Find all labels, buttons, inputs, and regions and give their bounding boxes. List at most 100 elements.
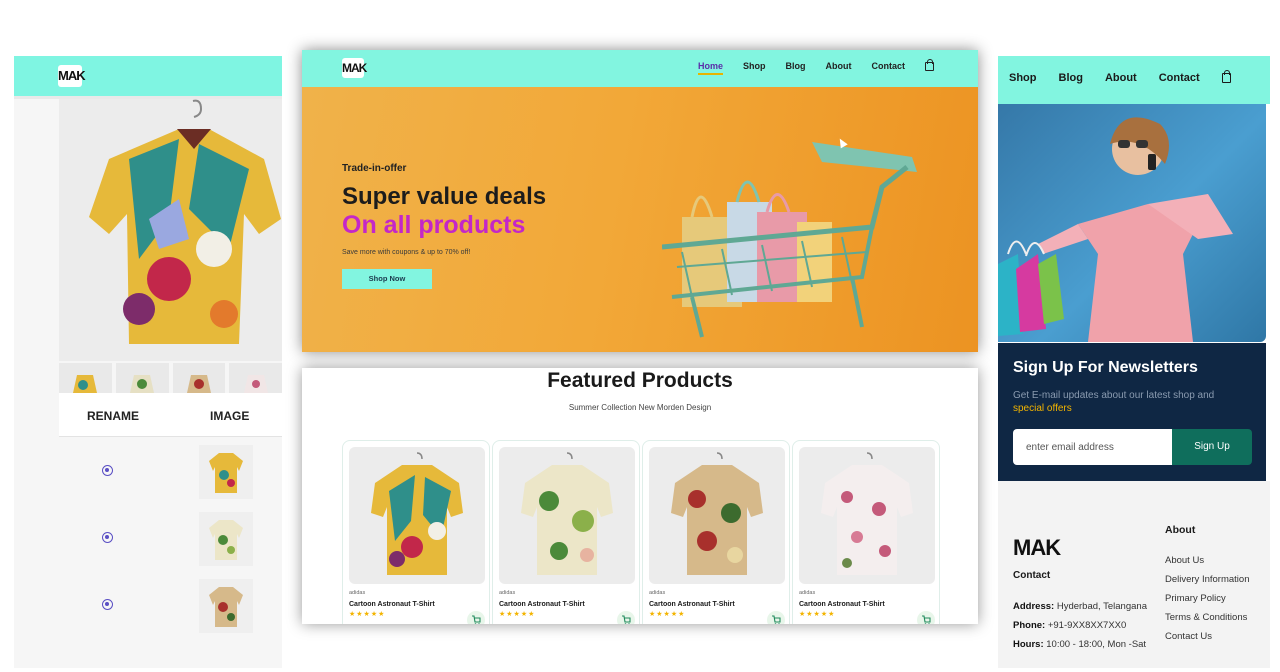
footer-link-privacy[interactable]: Primary Policy	[1165, 589, 1249, 608]
promo-banner-image	[998, 104, 1266, 342]
product-brand: adidas	[349, 590, 366, 596]
address-line: Address: Hyderbad, Telangana	[1013, 597, 1147, 616]
admin-header: MAK	[14, 56, 282, 99]
remove-circle-icon[interactable]	[102, 465, 113, 476]
nav-home[interactable]: Home	[697, 61, 723, 75]
about-heading: About	[1165, 524, 1196, 536]
nav-contact[interactable]: Contact	[872, 61, 906, 75]
section-title: Featured Products	[547, 369, 733, 392]
about-links: About Us Delivery Information Primary Po…	[1165, 551, 1249, 646]
nav-blog[interactable]: Blog	[786, 61, 806, 75]
hero-window: MAK Home Shop Blog About Contact Trade-i…	[302, 50, 978, 352]
brand-logo[interactable]: MAK	[342, 58, 367, 78]
remove-circle-icon[interactable]	[102, 532, 113, 543]
footer-link-delivery[interactable]: Delivery Information	[1165, 570, 1249, 589]
shopping-bag-icon[interactable]	[925, 59, 934, 71]
hours-value: 10:00 - 18:00, Mon -Sat	[1046, 639, 1147, 650]
hero-description: Save more with coupons & up to 70% off!	[342, 249, 471, 256]
sign-up-button[interactable]: Sign Up	[1172, 429, 1252, 465]
address-value: Hyderbad, Telangana	[1056, 601, 1147, 612]
section-subtitle: Summer Collection New Morden Design	[568, 403, 712, 412]
brand-logo[interactable]: MAK	[58, 65, 86, 87]
shirt-image	[199, 512, 253, 566]
product-brand: adidas	[649, 590, 666, 596]
email-input[interactable]: enter email address	[1013, 429, 1172, 465]
nav-links: Home Shop Blog About Contact	[697, 59, 934, 75]
product-card[interactable]: adidas Cartoon Astronaut T-Shirt ★★★★★	[342, 440, 490, 624]
thumbnail[interactable]	[115, 363, 169, 393]
remove-circle-icon[interactable]	[102, 599, 113, 610]
nav-links: Shop Blog About Contact	[1009, 70, 1231, 84]
rating-stars: ★★★★★	[499, 611, 536, 618]
shirt-image	[199, 579, 253, 633]
shirt-image	[649, 447, 785, 584]
phone-line: Phone: +91-9XX8XX7XX0	[1013, 616, 1147, 635]
product-name: Cartoon Astronaut T-Shirt	[649, 601, 735, 608]
table-row	[59, 437, 282, 504]
shopping-cart-image	[661, 127, 932, 352]
hero-banner: Trade-in-offer Super value deals On all …	[302, 87, 978, 352]
newsletter-title: Sign Up For Newsletters	[1013, 359, 1198, 376]
thumbnail-strip	[59, 363, 282, 393]
cart-icon[interactable]	[467, 611, 485, 624]
product-card[interactable]: adidas Cartoon Astronaut T-Shirt ★★★★★	[642, 440, 790, 624]
cart-icon[interactable]	[767, 611, 785, 624]
right-panel: Shop Blog About Contact Sign Up For News…	[998, 56, 1270, 668]
product-card[interactable]: adidas Cartoon Astronaut T-Shirt ★★★★★	[492, 440, 640, 624]
nav-contact[interactable]: Contact	[1159, 72, 1200, 84]
shop-now-button[interactable]: Shop Now	[342, 269, 432, 289]
product-name: Cartoon Astronaut T-Shirt	[799, 601, 885, 608]
footer: MAK Contact Address: Hyderbad, Telangana…	[998, 481, 1270, 668]
product-brand: adidas	[499, 590, 516, 596]
column-header-image: IMAGE	[210, 409, 250, 423]
footer-link-terms[interactable]: Terms & Conditions	[1165, 608, 1249, 627]
table-row	[59, 571, 282, 638]
hero-tagline: Trade-in-offer	[342, 163, 407, 174]
nav-shop[interactable]: Shop	[743, 61, 766, 75]
footer-logo[interactable]: MAK	[1013, 535, 1061, 561]
shirt-image	[499, 447, 635, 584]
newsletter-desc-text: Get E-mail updates about our latest shop…	[1013, 390, 1215, 401]
product-brand: adidas	[799, 590, 816, 596]
contact-heading: Contact	[1013, 570, 1051, 581]
nav-blog[interactable]: Blog	[1059, 72, 1083, 84]
shirt-image	[199, 445, 253, 499]
footer-link-about-us[interactable]: About Us	[1165, 551, 1249, 570]
thumbnail[interactable]	[59, 363, 112, 393]
product-main-image	[59, 99, 282, 361]
table-header: RENAME IMAGE	[59, 393, 282, 437]
phone-label: Phone:	[1013, 620, 1046, 631]
product-name: Cartoon Astronaut T-Shirt	[349, 601, 435, 608]
newsletter-description: Get E-mail updates about our latest shop…	[1013, 389, 1243, 415]
shirt-image	[799, 447, 935, 584]
featured-products-window: Featured Products Summer Collection New …	[302, 368, 978, 624]
thumbnail[interactable]	[172, 363, 226, 393]
hours-label: Hours:	[1013, 639, 1044, 650]
rating-stars: ★★★★★	[649, 611, 686, 618]
phone-value: +91-9XX8XX7XX0	[1047, 620, 1127, 631]
shopping-bag-icon[interactable]	[1221, 70, 1231, 83]
cart-icon[interactable]	[617, 611, 635, 624]
newsletter-desc-highlight: special offers	[1013, 403, 1072, 414]
rating-stars: ★★★★★	[799, 611, 836, 618]
shirt-image	[349, 447, 485, 584]
admin-panel: MAK RENAME IMAGE	[14, 56, 282, 668]
cart-icon[interactable]	[917, 611, 935, 624]
nav-shop[interactable]: Shop	[1009, 72, 1037, 84]
product-name: Cartoon Astronaut T-Shirt	[499, 601, 585, 608]
hero-headline-accent: On all products	[342, 211, 526, 239]
nav-about[interactable]: About	[1105, 72, 1137, 84]
table-body	[59, 437, 282, 638]
navbar: MAK Home Shop Blog About Contact	[302, 50, 978, 87]
hours-line: Hours: 10:00 - 18:00, Mon -Sat	[1013, 635, 1147, 654]
footer-link-contact[interactable]: Contact Us	[1165, 627, 1249, 646]
newsletter-section: Sign Up For Newsletters Get E-mail updat…	[998, 343, 1266, 481]
rating-stars: ★★★★★	[349, 611, 386, 618]
product-grid: adidas Cartoon Astronaut T-Shirt ★★★★★ a…	[342, 440, 940, 624]
contact-info: Address: Hyderbad, Telangana Phone: +91-…	[1013, 597, 1147, 654]
product-card[interactable]: adidas Cartoon Astronaut T-Shirt ★★★★★	[792, 440, 940, 624]
thumbnail[interactable]	[229, 363, 282, 393]
nav-about[interactable]: About	[826, 61, 852, 75]
hero-headline: Super value deals	[342, 183, 547, 210]
address-label: Address:	[1013, 601, 1055, 612]
